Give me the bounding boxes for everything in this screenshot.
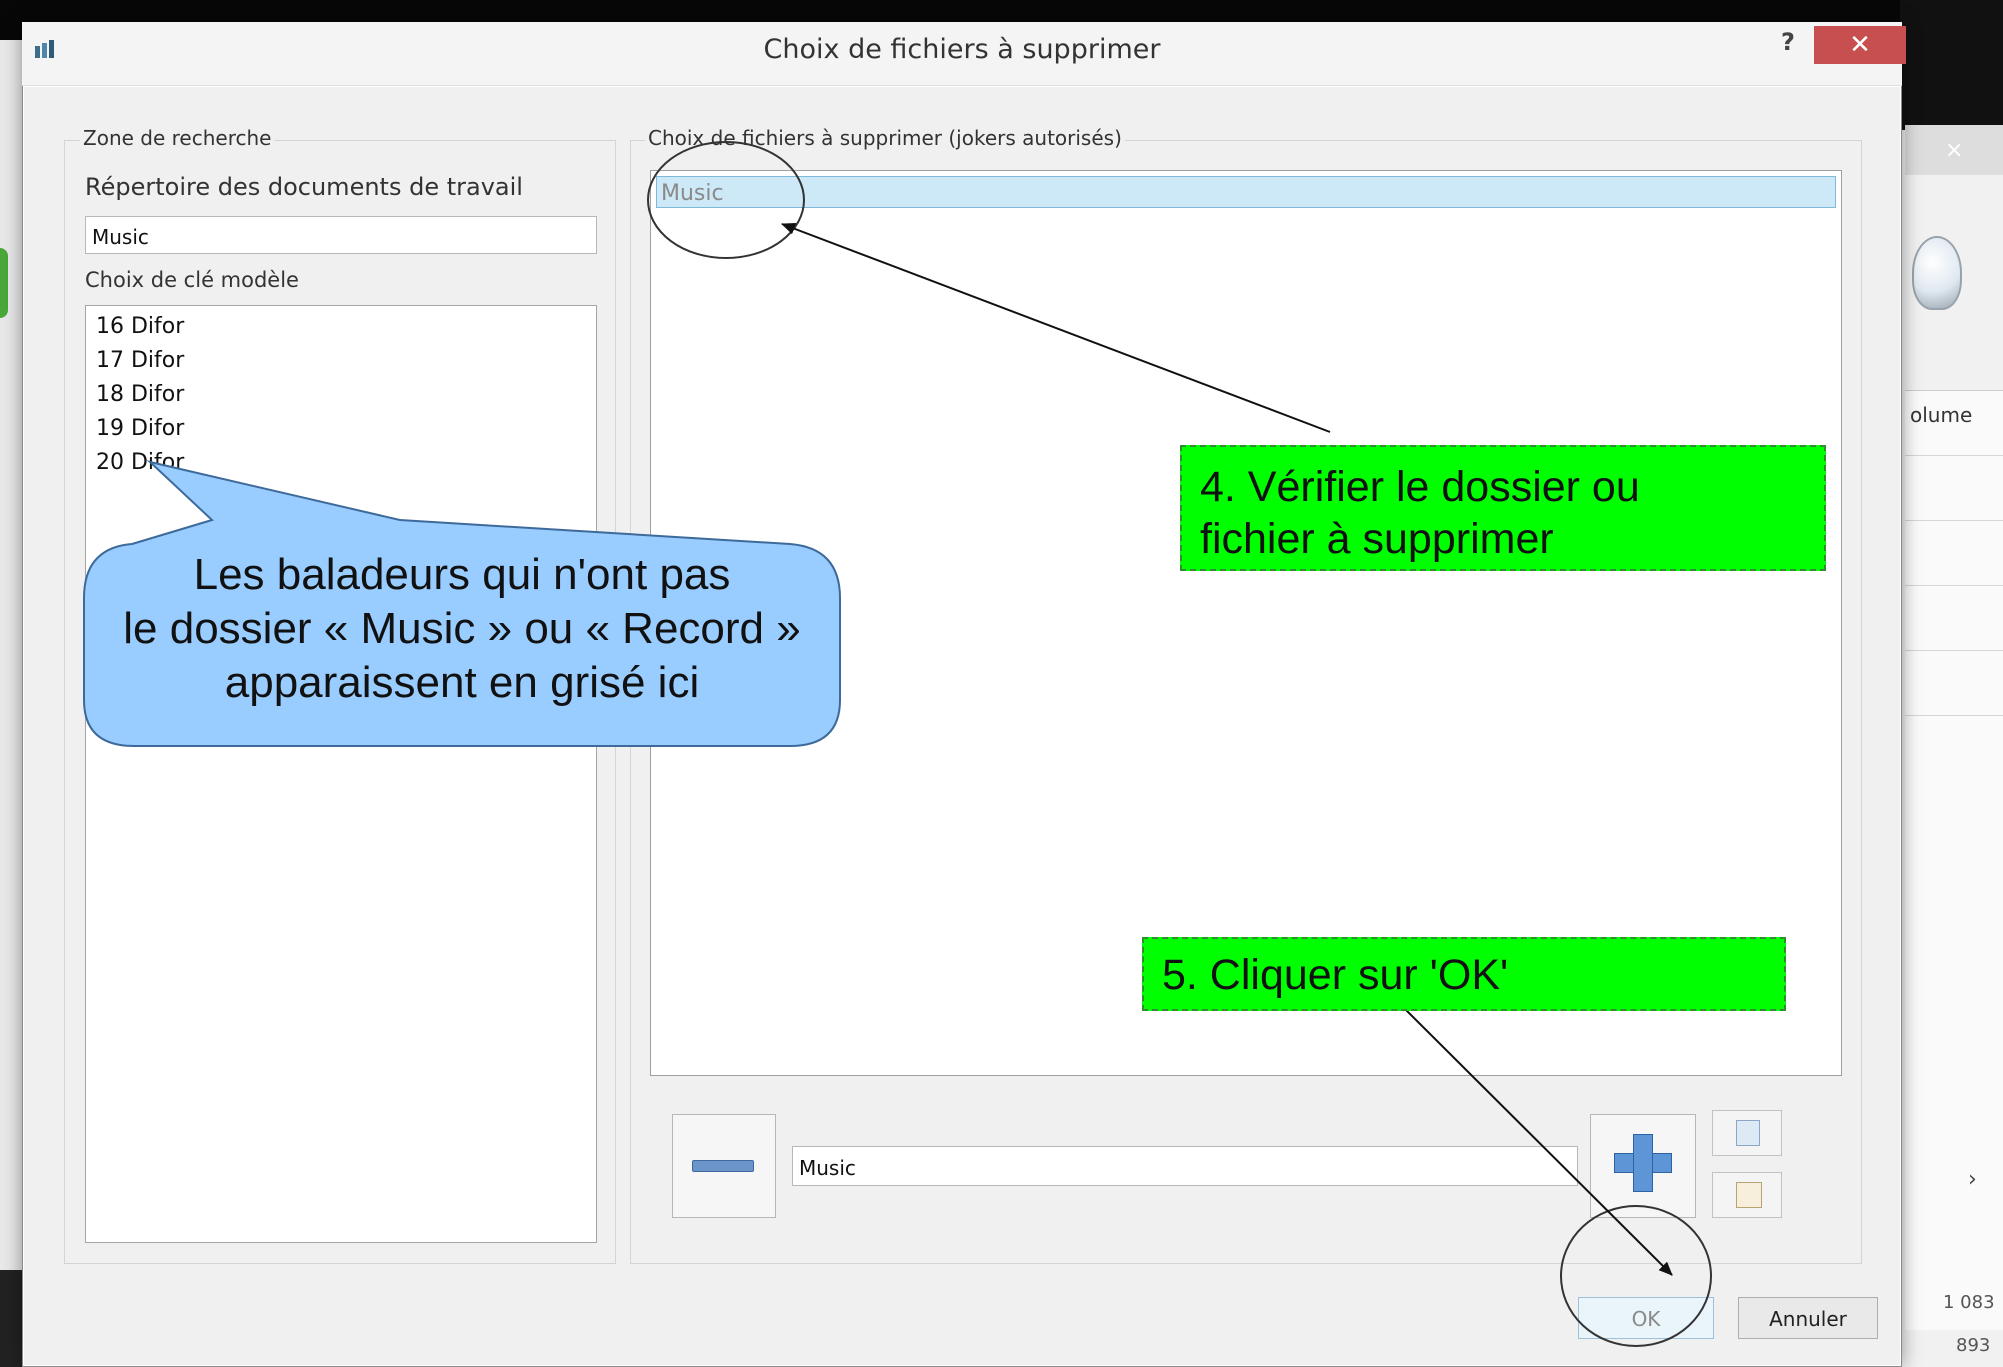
- callout-text: Les baladeurs qui n'ont pas le dossier «…: [86, 548, 838, 710]
- callout-label: Les baladeurs qui n'ont pas le dossier «…: [123, 550, 801, 707]
- highlight-circle-ok: [1560, 1205, 1712, 1347]
- arrow-step5: [1405, 1009, 1673, 1276]
- arrow-step4: [781, 223, 1331, 433]
- annotation-step5: 5. Cliquer sur 'OK': [1142, 937, 1786, 1011]
- annotation-step4-text: 4. Vérifier le dossier ou fichier à supp…: [1200, 463, 1640, 563]
- annotation-step5-text: 5. Cliquer sur 'OK': [1162, 951, 1509, 999]
- annotation-step4: 4. Vérifier le dossier ou fichier à supp…: [1180, 445, 1826, 571]
- highlight-circle-music: [647, 141, 805, 259]
